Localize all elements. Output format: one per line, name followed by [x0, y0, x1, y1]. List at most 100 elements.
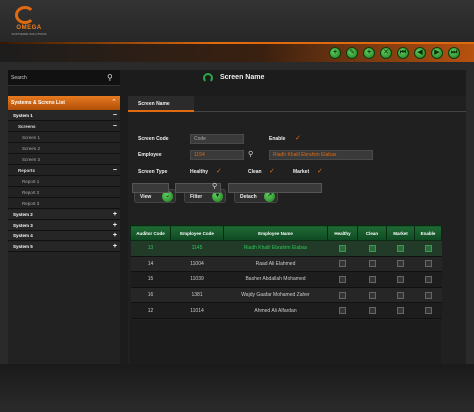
table-row[interactable]: 15 11039 Basher Abdallah Mohamed	[130, 271, 442, 288]
sidebar-item-label: Report 1	[22, 179, 40, 184]
sidebar-item-label: System 2	[13, 212, 33, 217]
clean-checkbox[interactable]	[368, 275, 376, 283]
screen-header: Screen Name	[128, 70, 466, 86]
edit-icon[interactable]: ✎	[346, 47, 358, 59]
sidebar-item-label: Screens	[18, 124, 36, 129]
healthy-checkbox[interactable]	[339, 307, 346, 315]
expand-icon[interactable]: +	[113, 221, 117, 230]
column-header[interactable]: Healthy	[327, 225, 358, 241]
column-header[interactable]: Auditor Code	[130, 225, 171, 241]
sidebar-header[interactable]: Systems & Screns List ⌃	[8, 96, 120, 110]
sidebar-search[interactable]: Search ⚲	[8, 70, 120, 86]
expand-icon[interactable]: +	[113, 231, 117, 240]
market-checkbox[interactable]	[397, 244, 404, 252]
filter-search-icon[interactable]: ⚲	[212, 183, 217, 191]
sidebar-item-screen-2[interactable]: Screen 2	[8, 144, 120, 154]
sidebar-item-label: Screen 2	[22, 146, 41, 151]
collapse-icon[interactable]: −	[113, 166, 117, 175]
enable-checkbox[interactable]: ✓	[295, 135, 301, 142]
omega-icon	[203, 73, 213, 83]
market-checkbox[interactable]	[397, 291, 404, 299]
employee-name-filter[interactable]	[228, 183, 322, 193]
cell-auditor: 12	[130, 302, 171, 319]
market-checkbox[interactable]	[397, 275, 404, 283]
market-checkbox[interactable]	[397, 307, 404, 315]
search-icon[interactable]: ⚲	[107, 73, 116, 82]
auditor-code-filter[interactable]	[132, 183, 169, 193]
screen-code-input[interactable]: Code	[190, 134, 244, 144]
enable-checkbox[interactable]	[424, 260, 432, 268]
market-checkbox[interactable]: ✓	[317, 168, 323, 175]
table-row[interactable]: 14 11004 Raad Ali Elahmed	[130, 256, 442, 273]
sidebar-item-system-2[interactable]: System 2 +	[8, 210, 120, 220]
brand-name: OMEGA	[16, 25, 42, 31]
table-row[interactable]: 13 1145 Riadh Khalil Ebrahim Elabas	[130, 240, 442, 257]
enable-checkbox[interactable]	[424, 307, 432, 315]
enable-checkbox[interactable]	[424, 291, 432, 299]
sidebar-item-system-1[interactable]: System 1 −	[8, 111, 120, 121]
cell-clean	[357, 302, 387, 319]
collapse-icon[interactable]: −	[113, 122, 117, 131]
healthy-checkbox[interactable]	[339, 260, 346, 268]
market-label: Market	[293, 169, 310, 175]
market-checkbox[interactable]	[397, 260, 404, 268]
employee-code-input[interactable]: 1154	[190, 150, 244, 160]
previous-record-icon[interactable]: ◀	[414, 47, 426, 59]
cell-clean	[357, 240, 387, 257]
grid-empty-area	[130, 320, 441, 364]
sidebar-item-system-5[interactable]: System 5 +	[8, 241, 120, 252]
cell-healthy	[327, 256, 358, 273]
chevron-up-icon[interactable]: ⌃	[111, 98, 117, 106]
healthy-checkbox[interactable]	[339, 244, 346, 252]
first-record-icon[interactable]: ⏮	[397, 47, 409, 59]
cell-clean	[357, 287, 387, 304]
new-icon[interactable]: +	[363, 47, 375, 59]
tab-screen-name[interactable]: Screen Name	[128, 96, 194, 112]
expand-icon[interactable]: +	[113, 210, 117, 219]
table-row[interactable]: 16 1381 Wajdy Gaafar Mohamed Zaher	[130, 287, 442, 304]
sidebar-item-reports[interactable]: Reports −	[8, 166, 120, 176]
sidebar-item-system-4[interactable]: System 4 +	[8, 231, 120, 241]
column-header[interactable]: Employee Name	[223, 225, 328, 241]
collapse-icon[interactable]: −	[113, 111, 117, 120]
sidebar-item-screens[interactable]: Screens −	[8, 122, 120, 132]
last-record-icon[interactable]: ⏭	[448, 47, 460, 59]
healthy-checkbox[interactable]	[339, 291, 346, 299]
cell-healthy	[327, 240, 358, 257]
logo-ring-icon	[15, 6, 35, 24]
sidebar-item-report-3[interactable]: Report 3	[8, 199, 120, 209]
cell-name: Basher Abdallah Mohamed	[223, 271, 328, 288]
sidebar-item-system-3[interactable]: System 3 +	[8, 220, 120, 231]
column-header[interactable]: Market	[386, 225, 415, 241]
table-row[interactable]: 12 11014 Ahmed Ali Alfardan	[130, 302, 442, 319]
cell-auditor: 15	[130, 271, 171, 288]
sidebar-item-screen-1[interactable]: Screen 1	[8, 133, 120, 143]
sidebar: Systems & Screns List ⌃ System 1− Screens…	[8, 96, 120, 364]
cell-emp-code: 11014	[170, 302, 224, 319]
add-icon[interactable]: +	[329, 47, 341, 59]
enable-checkbox[interactable]	[424, 244, 432, 252]
healthy-checkbox[interactable]	[339, 275, 346, 283]
column-header[interactable]: Clean	[357, 225, 387, 241]
employee-search-icon[interactable]: ⚲	[248, 151, 253, 159]
clean-checkbox[interactable]	[368, 291, 376, 299]
clean-checkbox[interactable]	[368, 307, 376, 315]
sidebar-item-screen-3[interactable]: Screen 3	[8, 155, 120, 165]
cell-name: Wajdy Gaafar Mohamed Zaher	[223, 287, 328, 304]
clean-checkbox[interactable]	[368, 260, 376, 268]
delete-icon[interactable]: ✕	[380, 47, 392, 59]
sidebar-item-report-1[interactable]: Report 1	[8, 177, 120, 187]
cell-auditor: 14	[130, 256, 171, 273]
clean-checkbox[interactable]	[368, 244, 376, 252]
column-header[interactable]: Enable	[414, 225, 442, 241]
expand-icon[interactable]: +	[113, 242, 117, 251]
detach-label: Detach	[240, 194, 257, 200]
enable-checkbox[interactable]	[424, 275, 432, 283]
column-header[interactable]: Employee Code	[170, 225, 224, 241]
clean-checkbox[interactable]: ✓	[269, 168, 275, 175]
sidebar-item-report-2[interactable]: Report 2	[8, 188, 120, 198]
cell-clean	[357, 271, 387, 288]
cell-enable	[414, 256, 442, 273]
next-record-icon[interactable]: ▶	[431, 47, 443, 59]
healthy-checkbox[interactable]: ✓	[216, 168, 222, 175]
